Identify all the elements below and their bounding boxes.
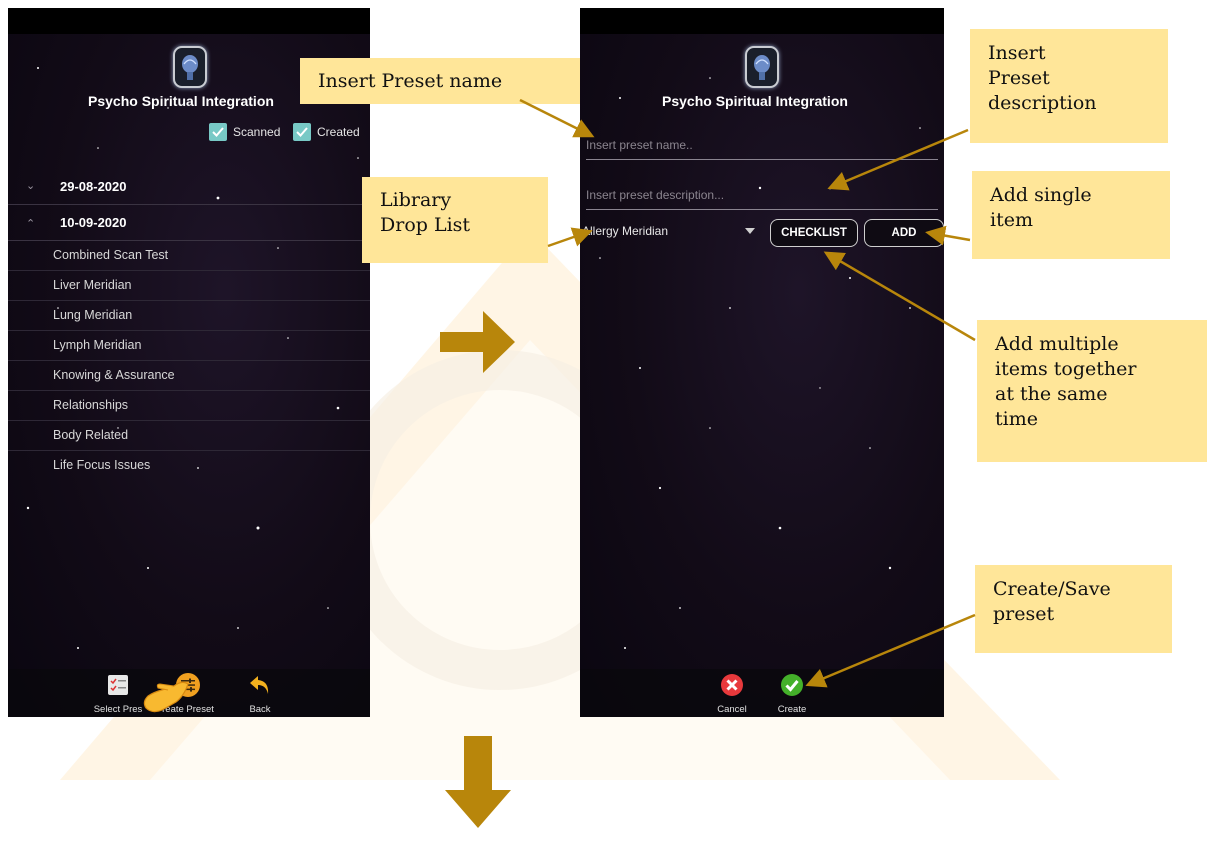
callout-text: Insert Preset name: [318, 70, 503, 92]
callout-text: Insert Preset description: [988, 42, 1097, 115]
preset-name: Lung Meridian: [53, 308, 133, 322]
preset-list-item[interactable]: Lymph Meridian: [8, 331, 370, 361]
preset-description-input[interactable]: Insert preset description...: [586, 184, 938, 210]
preset-name: Knowing & Assurance: [53, 368, 175, 382]
preset-list-item[interactable]: Life Focus Issues: [8, 451, 370, 481]
callout-text: Add single item: [990, 184, 1092, 232]
status-bar: [8, 8, 370, 34]
check-icon: [212, 127, 224, 137]
preset-name: Combined Scan Test: [53, 248, 169, 262]
preset-name: Relationships: [53, 398, 129, 412]
preset-list-item[interactable]: Lung Meridian: [8, 301, 370, 331]
callout-insert-preset-name: Insert Preset name: [300, 58, 580, 104]
checklist-button[interactable]: CHECKLIST: [770, 219, 858, 247]
create-label: Create: [777, 704, 807, 715]
confirm-icon: [781, 674, 803, 696]
cancel-icon: [721, 674, 743, 696]
create-preset-screen: Psycho Spiritual Integration Insert pres…: [580, 8, 944, 717]
check-icon: [296, 127, 308, 137]
callout-library-drop-list: Library Drop List: [362, 177, 548, 263]
scanned-label: Scanned: [233, 125, 281, 139]
callout-create-save-preset: Create/Save preset: [975, 565, 1172, 653]
callout-text: Create/Save preset: [993, 578, 1111, 626]
pointing-hand-icon: [143, 681, 189, 713]
preset-name: Body Related: [53, 428, 129, 442]
preset-name: Life Focus Issues: [53, 458, 151, 472]
back-arrow-icon: [250, 676, 269, 694]
callout-text: Library Drop List: [380, 189, 471, 237]
app-title: Psycho Spiritual Integration: [662, 93, 848, 109]
callout-add-multiple-items: Add multiple items together at the same …: [977, 320, 1207, 462]
chevron-down-icon: ⌄: [26, 180, 36, 192]
scanned-checkbox[interactable]: [209, 123, 227, 141]
preset-name: Liver Meridian: [53, 278, 132, 292]
library-dropdown[interactable]: Allergy Meridian: [580, 222, 755, 244]
preset-name-placeholder: Insert preset name..: [586, 138, 693, 152]
date-group-29-08-2020[interactable]: ⌄ 29-08-2020: [8, 169, 370, 205]
created-label: Created: [317, 125, 360, 139]
checklist-icon: [108, 675, 128, 695]
dropdown-caret-icon: [745, 228, 755, 234]
callout-add-single-item: Add single item: [972, 171, 1170, 259]
cancel-label: Cancel: [717, 704, 747, 715]
preset-list-item[interactable]: Liver Meridian: [8, 271, 370, 301]
add-button[interactable]: ADD: [864, 219, 944, 247]
preset-list-item[interactable]: Body Related: [8, 421, 370, 451]
preset-name-input[interactable]: Insert preset name..: [586, 134, 938, 160]
create-button[interactable]: Create: [762, 673, 822, 715]
app-title: Psycho Spiritual Integration: [88, 93, 274, 109]
preset-description-placeholder: Insert preset description...: [586, 188, 725, 202]
flow-arrow-right: [440, 311, 515, 373]
library-selected-value: Allergy Meridian: [582, 224, 669, 238]
starfield-background: [599, 77, 921, 649]
flow-arrow-down: [445, 736, 511, 828]
cancel-button[interactable]: Cancel: [702, 673, 762, 715]
back-button[interactable]: Back: [230, 673, 290, 715]
preset-list-item[interactable]: Relationships: [8, 391, 370, 421]
date-group-10-09-2020[interactable]: ⌃ 10-09-2020: [8, 205, 370, 241]
status-bar: [580, 8, 944, 34]
preset-name: Lymph Meridian: [53, 338, 142, 352]
callout-insert-preset-description: Insert Preset description: [970, 29, 1168, 143]
brain-logo-icon: [173, 46, 207, 88]
date-label: 29-08-2020: [60, 179, 127, 194]
preset-list-item[interactable]: Knowing & Assurance: [8, 361, 370, 391]
preset-list-item[interactable]: Combined Scan Test: [8, 241, 370, 271]
bottom-toolbar: Cancel Create: [580, 669, 944, 717]
back-label: Back: [249, 704, 271, 715]
preset-list-screen: Psycho Spiritual Integration Scanned Cre…: [8, 8, 370, 717]
date-label: 10-09-2020: [60, 215, 127, 230]
chevron-up-icon: ⌃: [26, 218, 36, 230]
brain-logo-icon: [745, 46, 779, 88]
callout-text: Add multiple items together at the same …: [995, 333, 1137, 431]
created-checkbox[interactable]: [293, 123, 311, 141]
